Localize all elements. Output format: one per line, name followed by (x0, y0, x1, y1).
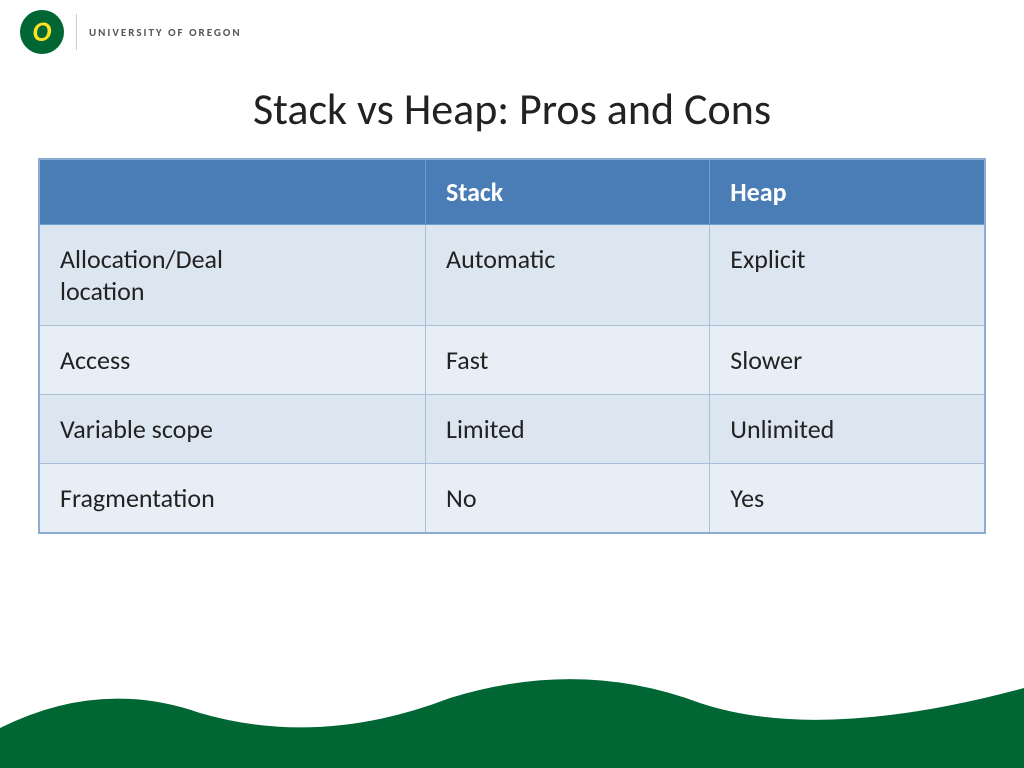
row-heap-fragmentation: Yes (710, 464, 985, 534)
row-heap-access: Slower (710, 326, 985, 395)
page-title: Stack vs Heap: Pros and Cons (0, 82, 1024, 136)
table-row: Allocation/Deallocation Automatic Explic… (39, 225, 985, 326)
table-row: Variable scope Limited Unlimited (39, 395, 985, 464)
table-row: Fragmentation No Yes (39, 464, 985, 534)
logo-letter: O (33, 18, 52, 46)
logo-divider (76, 14, 77, 50)
comparison-table: Stack Heap Allocation/Deallocation Autom… (38, 158, 986, 534)
row-stack-access: Fast (426, 326, 710, 395)
row-label-allocation: Allocation/Deallocation (39, 225, 426, 326)
col1-header (39, 159, 426, 225)
row-stack-allocation: Automatic (426, 225, 710, 326)
comparison-table-container: Stack Heap Allocation/Deallocation Autom… (0, 158, 1024, 534)
university-logo: O (20, 10, 64, 54)
header: O UNIVERSITY OF OREGON (0, 0, 1024, 64)
col2-header: Stack (426, 159, 710, 225)
row-heap-scope: Unlimited (710, 395, 985, 464)
row-label-fragmentation: Fragmentation (39, 464, 426, 534)
row-label-scope: Variable scope (39, 395, 426, 464)
table-row: Access Fast Slower (39, 326, 985, 395)
table-header-row: Stack Heap (39, 159, 985, 225)
bottom-decoration (0, 668, 1024, 768)
university-name: UNIVERSITY OF OREGON (89, 26, 242, 39)
row-label-access: Access (39, 326, 426, 395)
row-heap-allocation: Explicit (710, 225, 985, 326)
row-stack-scope: Limited (426, 395, 710, 464)
col3-header: Heap (710, 159, 985, 225)
row-stack-fragmentation: No (426, 464, 710, 534)
